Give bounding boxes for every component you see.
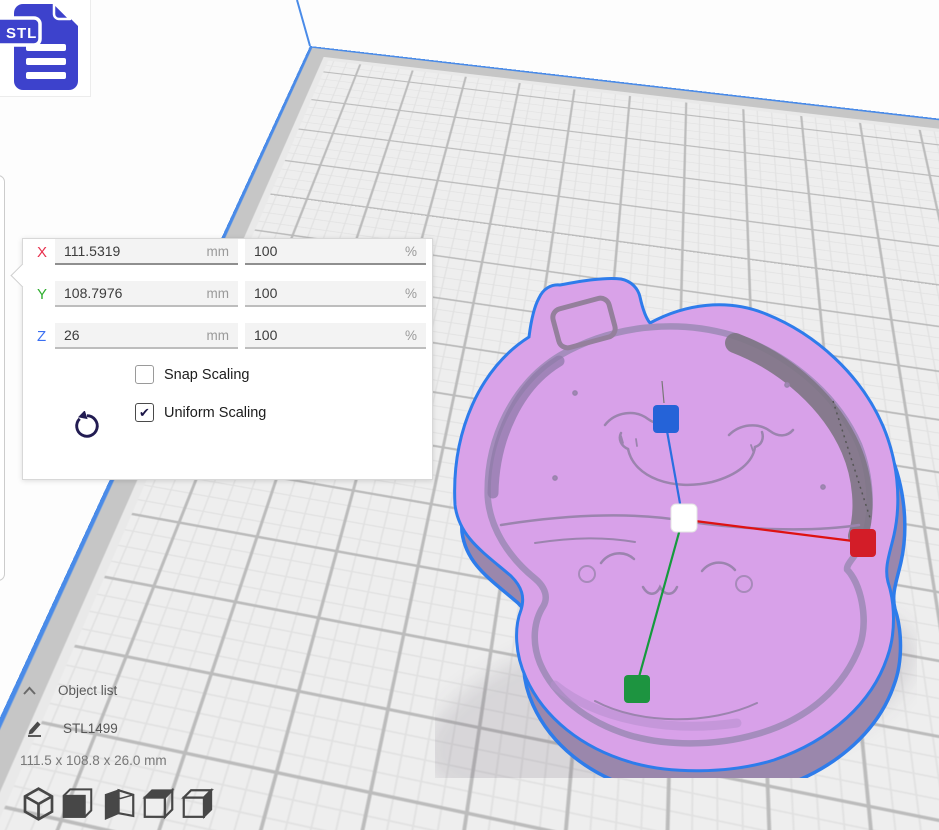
mm-unit-label: mm [207,244,230,259]
snap-scaling-row: Snap Scaling [135,365,432,384]
axis-z-label: Z [37,328,53,345]
scale-y-mm-field[interactable]: mm [55,281,238,307]
scale-y-mm-input[interactable] [64,285,203,301]
reset-icon [72,411,102,441]
left-view-button[interactable] [103,786,136,822]
stl-file-tile[interactable]: STL [0,0,91,97]
scale-handle-y[interactable] [624,675,650,703]
percent-unit-label: % [405,244,417,259]
scale-row-y: Y mm % [23,281,432,307]
object-name: STL1499 [63,721,118,736]
scale-handle-x[interactable] [850,529,876,557]
front-view-cube-icon [61,786,94,822]
right-view-cube-icon [181,786,214,822]
stl-file-icon: STL [0,0,91,97]
uniform-scaling-label: Uniform Scaling [164,405,266,421]
scale-x-percent-field[interactable]: % [245,239,426,265]
left-view-cube-icon [103,786,136,822]
top-view-button[interactable] [142,786,175,822]
mm-unit-label: mm [207,328,230,343]
stl-badge-label: STL [6,25,37,42]
percent-unit-label: % [405,286,417,301]
uniform-scaling-checkbox[interactable]: ✔ [135,403,154,422]
scale-z-percent-input[interactable] [254,327,401,343]
chevron-up-icon [22,686,37,696]
scale-row-x: X mm % [23,239,432,265]
top-view-cube-icon [142,786,175,822]
snap-scaling-label: Snap Scaling [164,367,249,383]
mm-unit-label: mm [207,286,230,301]
right-view-button[interactable] [181,786,214,822]
front-view-button[interactable] [61,786,94,822]
percent-unit-label: % [405,328,417,343]
object-list-item[interactable]: STL1499 [26,719,118,737]
axis-x-label: X [37,244,53,261]
scale-z-percent-field[interactable]: % [245,323,426,349]
axis-y-label: Y [37,286,53,303]
reset-scale-button[interactable] [69,409,105,445]
scale-handle-z[interactable] [653,405,679,433]
scale-x-percent-input[interactable] [254,243,401,259]
snap-scaling-checkbox[interactable] [135,365,154,384]
scale-tool-panel: X mm % Y mm % Z mm % [22,238,433,480]
rename-pencil-icon [26,719,44,737]
scale-handle-center[interactable] [671,504,697,532]
view-mode-toolbar [22,786,220,822]
scale-z-mm-field[interactable]: mm [55,323,238,349]
model-dimensions-label: 111.5 x 108.8 x 26.0 mm [20,753,167,768]
model-mushroom-mold[interactable] [435,273,917,778]
scale-x-mm-field[interactable]: mm [55,239,238,265]
scale-z-mm-input[interactable] [64,327,203,343]
scale-y-percent-field[interactable]: % [245,281,426,307]
uniform-scaling-row: ✔ Uniform Scaling [135,403,432,422]
checkmark-icon: ✔ [139,406,150,419]
object-list-title: Object list [58,683,117,698]
collapsed-panel-edge [0,175,5,581]
3d-view-button[interactable] [22,786,55,822]
scale-x-mm-input[interactable] [64,243,203,259]
scale-y-percent-input[interactable] [254,285,401,301]
3d-view-cube-icon [22,786,55,822]
scale-row-z: Z mm % [23,323,432,349]
object-list-header[interactable]: Object list [22,683,117,698]
